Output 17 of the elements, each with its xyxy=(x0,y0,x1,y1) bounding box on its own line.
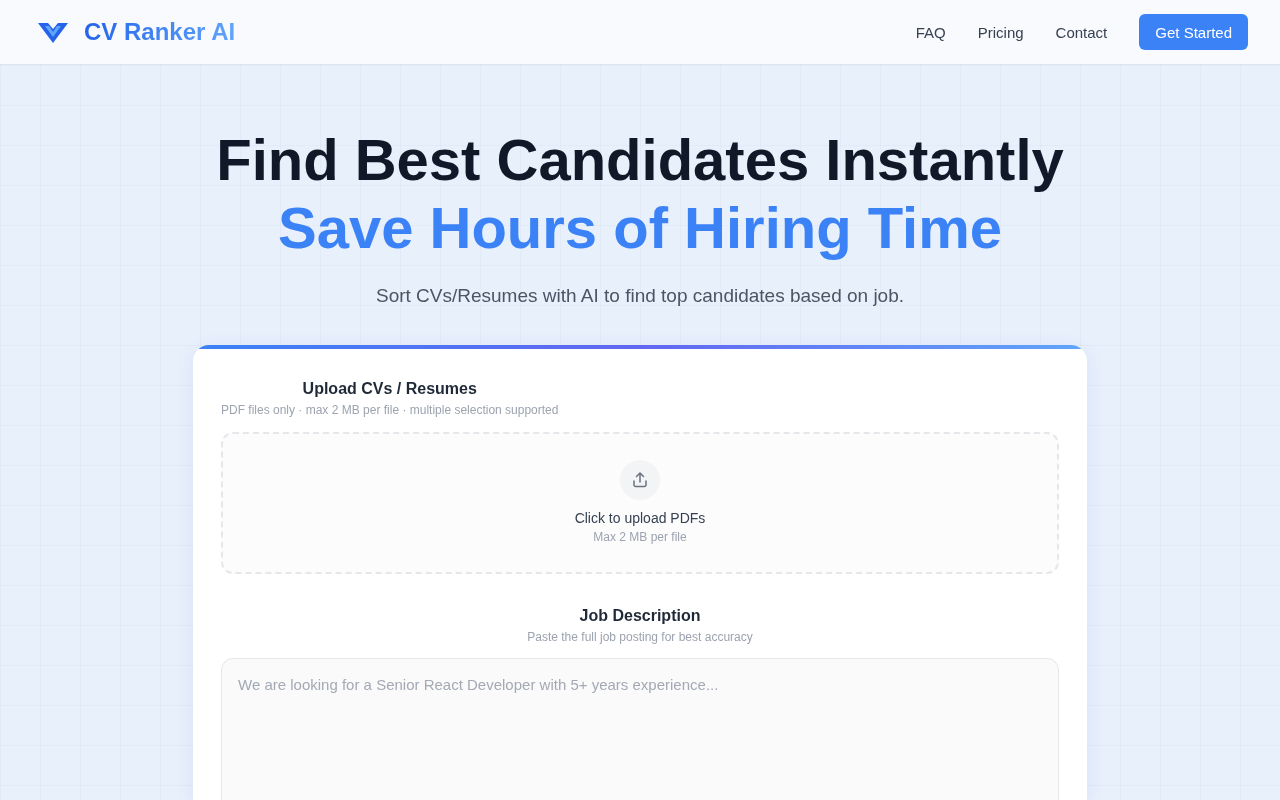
nav-link[interactable]: Contact xyxy=(1055,23,1108,41)
job-description-field[interactable]: We are looking for a Senior React Developer with 5+ years experience... xyxy=(221,658,1059,800)
get-started-button[interactable]: Get Started xyxy=(1139,14,1248,50)
upload-icon xyxy=(620,460,660,500)
section-label: Upload CVs / Resumes xyxy=(302,379,477,399)
section-label: Job Description xyxy=(579,606,701,626)
hero-title: Find Best Candidates Instantly xyxy=(216,126,1064,194)
section-hint: Paste the full job posting for best accuracy xyxy=(527,629,753,645)
hero-subtitle: Sort CVs/Resumes with AI to find top candidates based on job. xyxy=(375,284,905,308)
dropzone-note: Max 2 MB per file xyxy=(593,529,687,545)
logo-icon xyxy=(38,21,68,43)
nav-link[interactable]: FAQ xyxy=(915,23,946,41)
dropzone-title: Click to upload PDFs xyxy=(574,509,706,527)
upload-dropzone[interactable]: Click to upload PDFs Max 2 MB per file xyxy=(221,432,1059,574)
hero-highlight: Save Hours of Hiring Time xyxy=(277,194,1003,262)
nav-link[interactable]: Pricing xyxy=(977,23,1024,41)
section-hint: PDF files only · max 2 MB per file · multiple selection supported xyxy=(221,402,559,418)
